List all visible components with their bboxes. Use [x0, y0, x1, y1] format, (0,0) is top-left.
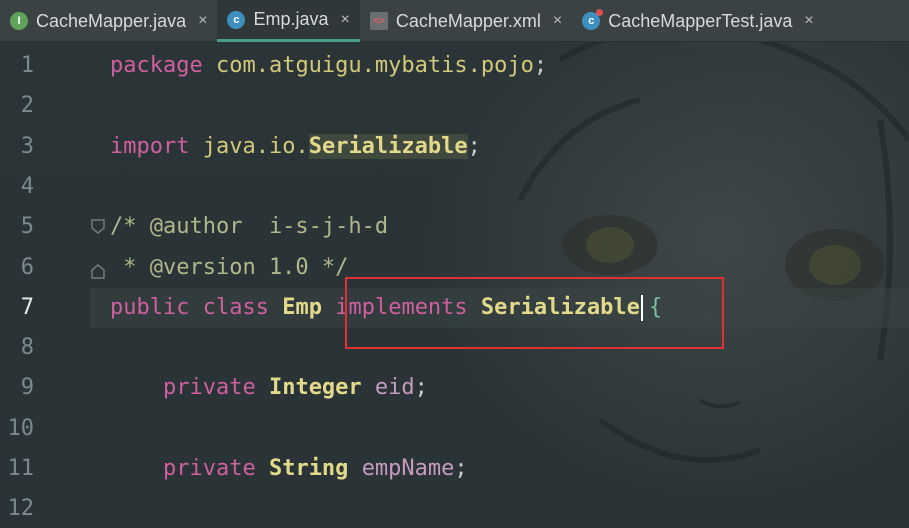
tab-label: CacheMapper.java: [36, 10, 187, 31]
line-number: 2: [20, 93, 34, 119]
line-number: 6: [20, 254, 34, 280]
field-token: empName: [361, 456, 455, 481]
comment-token: * @version 1.0 */: [110, 254, 349, 280]
keyword-token: public: [110, 294, 190, 320]
package-token: java.io.: [202, 133, 309, 159]
line-number: 10: [7, 415, 35, 441]
code-content: /* @author i-s-j-h-d: [110, 207, 388, 247]
keyword-token: import: [110, 133, 190, 159]
line-number: 8: [20, 335, 34, 361]
code-line[interactable]: 2: [0, 86, 909, 126]
interface-icon: I: [10, 12, 28, 30]
type-token: Integer: [268, 375, 362, 401]
comment-token: /* @author i-s-j-h-d: [110, 214, 389, 240]
tab-cachemappertest-java[interactable]: c CacheMapperTest.java ×: [572, 0, 814, 42]
code-line[interactable]: 12: [0, 489, 909, 528]
type-token: Emp: [282, 294, 322, 320]
field-token: eid: [374, 375, 415, 401]
code-line[interactable]: 3 import java.io.Serializable;: [0, 127, 909, 167]
test-class-icon: c: [582, 9, 604, 30]
close-icon[interactable]: ×: [340, 11, 349, 29]
keyword-token: private: [162, 375, 256, 401]
close-icon[interactable]: ×: [198, 12, 207, 30]
keyword-token: package: [110, 53, 203, 78]
keyword-token: class: [202, 294, 269, 320]
close-icon[interactable]: ×: [804, 12, 813, 30]
code-content: import java.io.Serializable;: [110, 127, 481, 167]
xml-file-icon: <>: [369, 12, 388, 30]
package-token: com.atguigu.mybatis.pojo: [215, 53, 534, 78]
tab-emp-java[interactable]: c Emp.java ×: [217, 0, 360, 42]
fold-end-icon: [91, 264, 105, 279]
line-number: 12: [7, 496, 35, 522]
line-number: 4: [20, 173, 34, 199]
code-content: * @version 1.0 */: [110, 248, 348, 288]
code-line[interactable]: 10: [0, 409, 909, 449]
code-line[interactable]: 11 private String empName;: [0, 449, 909, 489]
tab-label: Emp.java: [253, 9, 329, 29]
keyword-token: private: [162, 456, 256, 481]
line-number: 1: [20, 53, 34, 78]
tab-cachemapper-java[interactable]: I CacheMapper.java ×: [0, 0, 217, 42]
tab-label: CacheMapperTest.java: [608, 10, 793, 31]
code-text: ;: [467, 133, 481, 159]
close-icon[interactable]: ×: [553, 12, 562, 30]
line-number: 11: [7, 456, 35, 481]
type-token: String: [268, 456, 349, 481]
code-content: package com.atguigu.mybatis.pojo;: [110, 46, 547, 86]
editor-tab-bar: I CacheMapper.java × c Emp.java × <> Cac…: [0, 0, 909, 42]
code-line[interactable]: 4: [0, 167, 909, 207]
annotation-highlight-box: [345, 277, 724, 349]
fold-markers: [91, 219, 105, 279]
type-token: Serializable: [308, 133, 468, 159]
code-line[interactable]: 9 private Integer eid;: [0, 368, 909, 408]
code-line[interactable]: 5 /* @author i-s-j-h-d: [0, 207, 909, 247]
class-icon: c: [227, 10, 246, 29]
code-line[interactable]: 1 package com.atguigu.mybatis.pojo;: [0, 46, 909, 86]
code-content: private Integer eid;: [110, 368, 428, 408]
tab-cachemapper-xml[interactable]: <> CacheMapper.xml ×: [360, 0, 572, 42]
code-text: ;: [454, 456, 468, 481]
line-number: 5: [20, 214, 34, 240]
line-number: 3: [20, 133, 34, 159]
line-number: 9: [20, 375, 34, 401]
fold-start-icon: [91, 219, 105, 234]
line-number: 7: [20, 294, 34, 320]
code-text: ;: [414, 375, 428, 401]
tab-label: CacheMapper.xml: [395, 10, 541, 31]
code-text: ;: [533, 53, 548, 78]
code-content: private String empName;: [110, 449, 468, 489]
